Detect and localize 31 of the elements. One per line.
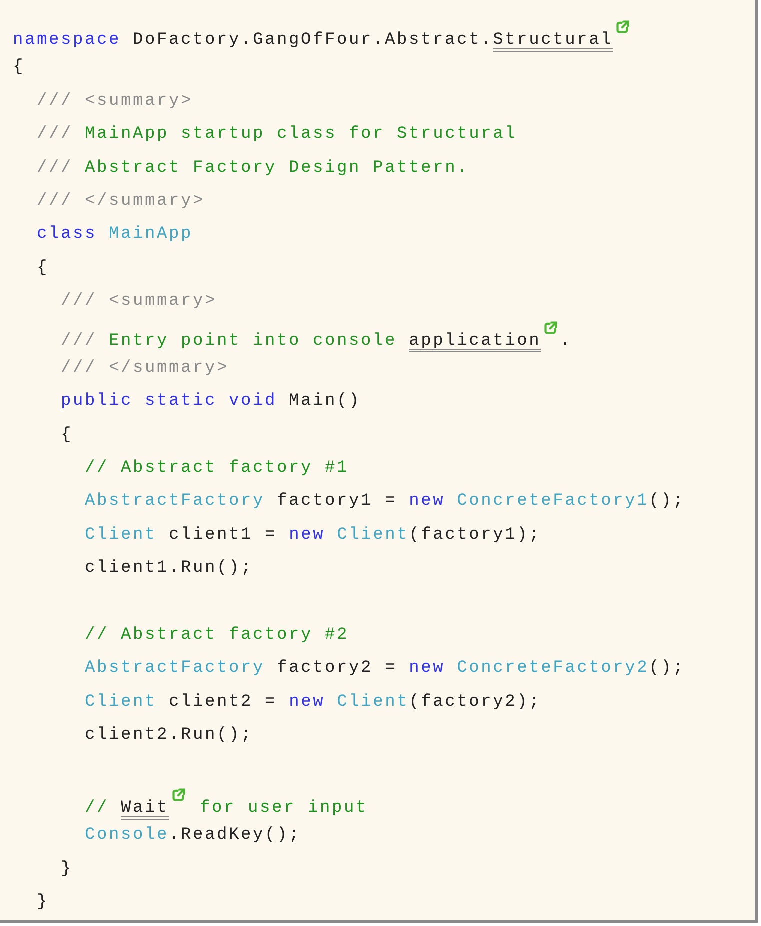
code-line: AbstractFactory factory1 = new ConcreteFactory1(); (84, 491, 686, 514)
code-line: AbstractFactory factory2 = new ConcreteFactory2(); (84, 658, 686, 680)
code-line: } (60, 858, 74, 881)
external-link-icon[interactable] (616, 20, 630, 34)
external-link-icon[interactable] (172, 788, 186, 802)
code-line: client1.Run(); (84, 558, 254, 580)
link[interactable]: Wait (121, 798, 170, 818)
code-line: namespace DoFactory.GangOfFour.Abstract.Structural (13, 20, 755, 54)
code-line: /// </summary> (60, 358, 230, 380)
code-line: { (60, 424, 74, 447)
link[interactable]: application (409, 332, 542, 351)
code-line: // Wait for user input (13, 788, 755, 822)
code-line: client2.Run(); (84, 725, 254, 748)
code-line: /// <summary> (60, 291, 218, 314)
code-line: Console.ReadKey(); (84, 825, 302, 848)
code-line: // Abstract factory #2 (84, 625, 350, 648)
link[interactable]: Structural (493, 31, 614, 50)
code-line: /// MainApp startup class for Structural (36, 124, 518, 146)
code-line: class MainApp (36, 224, 194, 246)
code-line: /// <summary> (36, 90, 194, 113)
code-line: { (13, 57, 26, 80)
code-line: { (36, 258, 50, 280)
code-line: /// Entry point into console application . (13, 320, 755, 354)
code-line: public static void Main() (60, 391, 362, 414)
code-line: } (36, 892, 50, 914)
external-link-icon[interactable] (544, 320, 558, 335)
code-line: Client client1 = new Client(factory1); (84, 524, 542, 547)
code-line: Client client2 = new Client(factory2); (84, 692, 542, 714)
code-line: /// Abstract Factory Design Pattern. (36, 158, 470, 180)
code-line: // Abstract factory #1 (84, 458, 350, 480)
code-line: /// </summary> (36, 190, 206, 213)
